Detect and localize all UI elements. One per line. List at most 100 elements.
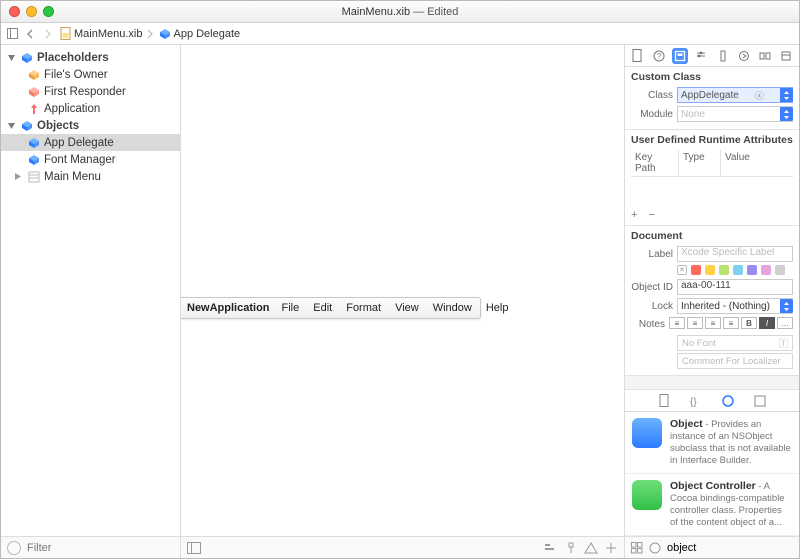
library-view-mode-button[interactable] [631, 542, 643, 554]
module-combobox[interactable]: None [677, 106, 793, 122]
label-color-swatch[interactable]: × [677, 265, 687, 275]
label-color-swatch[interactable] [719, 265, 729, 275]
library-filter-input[interactable] [667, 542, 800, 554]
jump-bar-file[interactable]: MainMenu.xib [59, 27, 142, 40]
library-item[interactable]: Object - Provides an instance of an NSOb… [625, 412, 799, 474]
bold-chip[interactable]: B [741, 317, 757, 329]
canvas-body[interactable]: NewApplication File Edit Format View Win… [181, 45, 624, 536]
menu-item-view[interactable]: View [395, 302, 419, 314]
library-item-text: Object - Provides an instance of an NSOb… [670, 418, 792, 467]
disclosure-triangle-icon[interactable] [7, 121, 16, 130]
jump-bar-object[interactable]: App Delegate [158, 27, 240, 40]
bindings-inspector-tab[interactable] [757, 48, 773, 64]
object-library-tab[interactable] [721, 394, 735, 408]
menu-item-help[interactable]: Help [486, 302, 509, 314]
back-button[interactable] [23, 27, 37, 41]
library-item-title: Object Controller [670, 480, 756, 492]
disclosure-triangle-icon[interactable] [13, 172, 22, 181]
forward-button[interactable] [41, 27, 55, 41]
library-scope-icon[interactable] [649, 542, 661, 554]
outline-item-first-responder[interactable]: First Responder [1, 83, 180, 100]
library-item-thumb [632, 418, 662, 448]
outline-filter-input[interactable] [27, 542, 174, 554]
notes-font-field[interactable]: No Font 🅃 [677, 335, 793, 351]
zoom-window-button[interactable] [43, 6, 54, 17]
outline-group-placeholders[interactable]: Placeholders [1, 49, 180, 66]
lock-dropdown-arrow-icon[interactable] [780, 299, 793, 313]
outline-item-label: First Responder [44, 86, 126, 98]
pin-tool-button[interactable] [564, 542, 578, 554]
more-chip[interactable]: … [777, 317, 793, 329]
outline-item-application[interactable]: Application [1, 100, 180, 117]
class-dropdown-arrow-icon[interactable] [780, 88, 793, 102]
filter-scope-button[interactable] [7, 541, 21, 555]
xcode-window: MainMenu.xib — Edited MainMenu.xib App [0, 0, 800, 559]
module-dropdown-arrow-icon[interactable] [780, 107, 793, 121]
resizing-behavior-button[interactable] [604, 542, 618, 554]
menu-item-edit[interactable]: Edit [313, 302, 332, 314]
minimize-window-button[interactable] [26, 6, 37, 17]
udra-add-remove-buttons[interactable]: + − [631, 209, 793, 221]
align-left-chip[interactable]: ≡ [669, 317, 685, 329]
file-template-library-tab[interactable] [657, 394, 671, 408]
class-label: Class [631, 90, 673, 101]
align-tool-button[interactable] [544, 542, 558, 554]
notes-style-segmented[interactable]: ≡ ≡ ≡ ≡ B I … [669, 317, 793, 329]
file-inspector-tab[interactable] [630, 48, 646, 64]
outline-item-files-owner[interactable]: File's Owner [1, 66, 180, 83]
object-library-list[interactable]: Object - Provides an instance of an NSOb… [625, 412, 799, 536]
lock-select[interactable]: Inherited - (Nothing) [677, 298, 793, 314]
menu-item-window[interactable]: Window [433, 302, 472, 314]
media-library-tab[interactable] [753, 394, 767, 408]
italic-chip[interactable]: I [759, 317, 775, 329]
label-color-chooser[interactable]: × [677, 265, 793, 275]
outline-item-font-manager[interactable]: Font Manager [1, 151, 180, 168]
effects-inspector-tab[interactable] [778, 48, 794, 64]
align-right-chip[interactable]: ≡ [705, 317, 721, 329]
quick-help-tab[interactable]: ? [651, 48, 667, 64]
align-justify-chip[interactable]: ≡ [723, 317, 739, 329]
document-section: Document Label Xcode Specific Label × Ob… [625, 226, 799, 376]
outline-item-main-menu[interactable]: Main Menu [1, 168, 180, 185]
main-menu-bar-preview[interactable]: NewApplication File Edit Format View Win… [181, 297, 481, 319]
titlebar: MainMenu.xib — Edited [1, 1, 799, 23]
font-picker-icon[interactable]: 🅃 [778, 336, 788, 350]
outline-item-app-delegate[interactable]: App Delegate [1, 134, 180, 151]
outline-group-objects[interactable]: Objects [1, 117, 180, 134]
code-snippet-library-tab[interactable]: {} [689, 394, 703, 408]
label-color-swatch[interactable] [705, 265, 715, 275]
align-center-chip[interactable]: ≡ [687, 317, 703, 329]
window-title-file: MainMenu.xib [342, 6, 410, 18]
udra-table-body[interactable] [631, 177, 793, 209]
resolve-issues-button[interactable] [584, 542, 598, 554]
udra-col-keypath: Key Path [631, 150, 679, 176]
notes-subfields: No Font 🅃 Comment For Localizer [631, 335, 793, 369]
user-defined-runtime-attributes-section: User Defined Runtime Attributes Key Path… [625, 130, 799, 226]
show-outline-button[interactable] [187, 542, 201, 554]
menu-item-file[interactable]: File [282, 302, 300, 314]
close-window-button[interactable] [9, 6, 20, 17]
label-color-swatch[interactable] [733, 265, 743, 275]
object-cube-icon [158, 27, 171, 40]
label-color-swatch[interactable] [691, 265, 701, 275]
size-inspector-tab[interactable] [715, 48, 731, 64]
class-combobox[interactable]: AppDelegate ⓧ [677, 87, 793, 103]
app-menu-title[interactable]: NewApplication [187, 302, 270, 314]
label-color-swatch[interactable] [747, 265, 757, 275]
label-input[interactable]: Xcode Specific Label [677, 246, 793, 262]
outline-tree[interactable]: Placeholders File's Owner First Responde… [1, 45, 180, 536]
library-item[interactable]: Object Controller - A Cocoa bindings-com… [625, 474, 799, 536]
menu-item-format[interactable]: Format [346, 302, 381, 314]
clear-class-icon[interactable]: ⓧ [755, 89, 764, 102]
outline-footer [1, 536, 180, 558]
disclosure-triangle-icon[interactable] [7, 53, 16, 62]
localizer-comment-field[interactable]: Comment For Localizer [677, 353, 793, 369]
label-color-swatch[interactable] [775, 265, 785, 275]
attributes-inspector-tab[interactable] [693, 48, 709, 64]
jump-bar-file-label: MainMenu.xib [74, 28, 142, 40]
label-color-swatch[interactable] [761, 265, 771, 275]
section-heading: User Defined Runtime Attributes [631, 134, 793, 146]
identity-inspector-tab[interactable] [672, 48, 688, 64]
connections-inspector-tab[interactable] [736, 48, 752, 64]
outline-toggle-button[interactable] [5, 27, 19, 41]
